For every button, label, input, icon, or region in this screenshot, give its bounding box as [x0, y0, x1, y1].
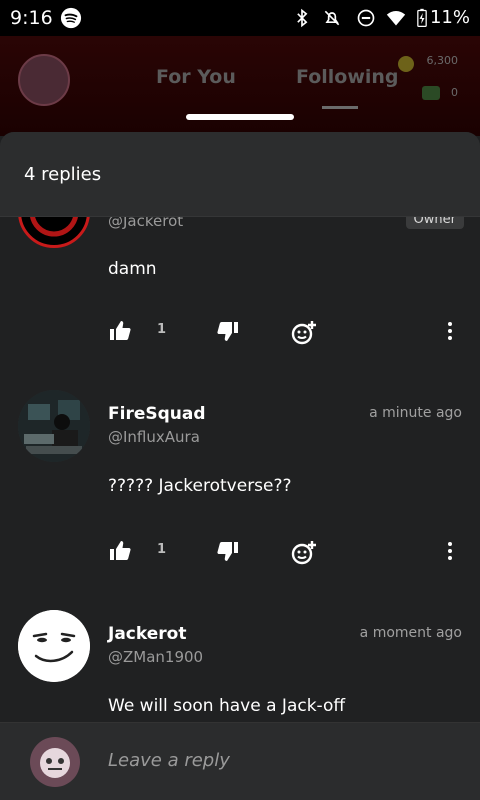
profile-avatar [18, 54, 70, 106]
comment-text: ????? Jackerotverse?? [108, 476, 292, 496]
notifications-off-icon [324, 10, 340, 26]
comment-text: damn [108, 259, 157, 279]
avatar-image [18, 390, 90, 462]
comments-list[interactable]: @Jackerot Owner damn 1 FireSquad a minut… [0, 216, 480, 722]
bluetooth-icon [297, 8, 308, 28]
avatar-image [18, 610, 90, 682]
coin-icon [398, 56, 414, 72]
wifi-icon [386, 11, 406, 26]
status-time: 9:16 [10, 7, 53, 29]
like-count: 1 [157, 542, 167, 557]
dislike-icon[interactable] [216, 539, 240, 563]
like-icon[interactable] [108, 539, 132, 563]
comment-avatar[interactable] [18, 610, 90, 682]
comment-avatar[interactable] [18, 216, 90, 248]
add-reaction-icon[interactable] [290, 539, 318, 567]
battery-percent: 11% [429, 7, 470, 28]
comment-timestamp: a moment ago [359, 625, 462, 641]
tab-for-you: For You [156, 66, 236, 88]
comment-item: FireSquad a minute ago @InfluxAura ?????… [0, 386, 480, 576]
owner-badge: Owner [405, 216, 464, 229]
spotify-icon [60, 7, 82, 29]
comment-item: @Jackerot Owner damn 1 [0, 216, 480, 346]
active-tab-indicator [322, 106, 358, 109]
comment-item: Jackerot a moment ago @ZMan1900 We will … [0, 606, 480, 722]
current-user-avatar [30, 737, 80, 787]
comment-avatar[interactable] [18, 390, 90, 462]
background-app-header: For You Following 6,300 0 [0, 36, 480, 136]
avatar-image [30, 737, 80, 787]
replies-count-title: 4 replies [24, 164, 102, 185]
comment-handle[interactable]: @ZMan1900 [108, 648, 203, 666]
cash-icon [422, 86, 440, 100]
add-reaction-icon[interactable] [290, 319, 318, 347]
dislike-icon[interactable] [216, 319, 240, 343]
comment-author[interactable]: FireSquad [108, 404, 206, 424]
cash-balance: 0 [451, 86, 458, 99]
comment-text: We will soon have a Jack-off [108, 696, 346, 716]
like-icon[interactable] [108, 319, 132, 343]
comment-handle[interactable]: @Jackerot [108, 216, 183, 230]
comment-handle[interactable]: @InfluxAura [108, 428, 200, 446]
replies-sheet: 4 replies @Jackerot Owner damn 1 FireSqu… [0, 132, 480, 800]
comment-timestamp: a minute ago [369, 405, 462, 421]
avatar-image [29, 216, 79, 237]
like-count: 1 [157, 322, 167, 337]
more-options-icon[interactable] [438, 539, 462, 563]
reply-input[interactable]: Leave a reply [108, 750, 230, 771]
coin-balance: 6,300 [426, 54, 459, 67]
more-options-icon[interactable] [438, 319, 462, 343]
sheet-drag-handle[interactable] [186, 114, 294, 120]
status-bar: 9:16 11% [0, 0, 480, 36]
do-not-disturb-icon [357, 9, 375, 27]
comment-author[interactable]: Jackerot [108, 624, 186, 644]
tab-following: Following [296, 66, 399, 88]
reply-composer: Leave a reply [0, 722, 480, 800]
battery-charging-icon [417, 8, 427, 27]
replies-header: 4 replies [0, 132, 480, 217]
